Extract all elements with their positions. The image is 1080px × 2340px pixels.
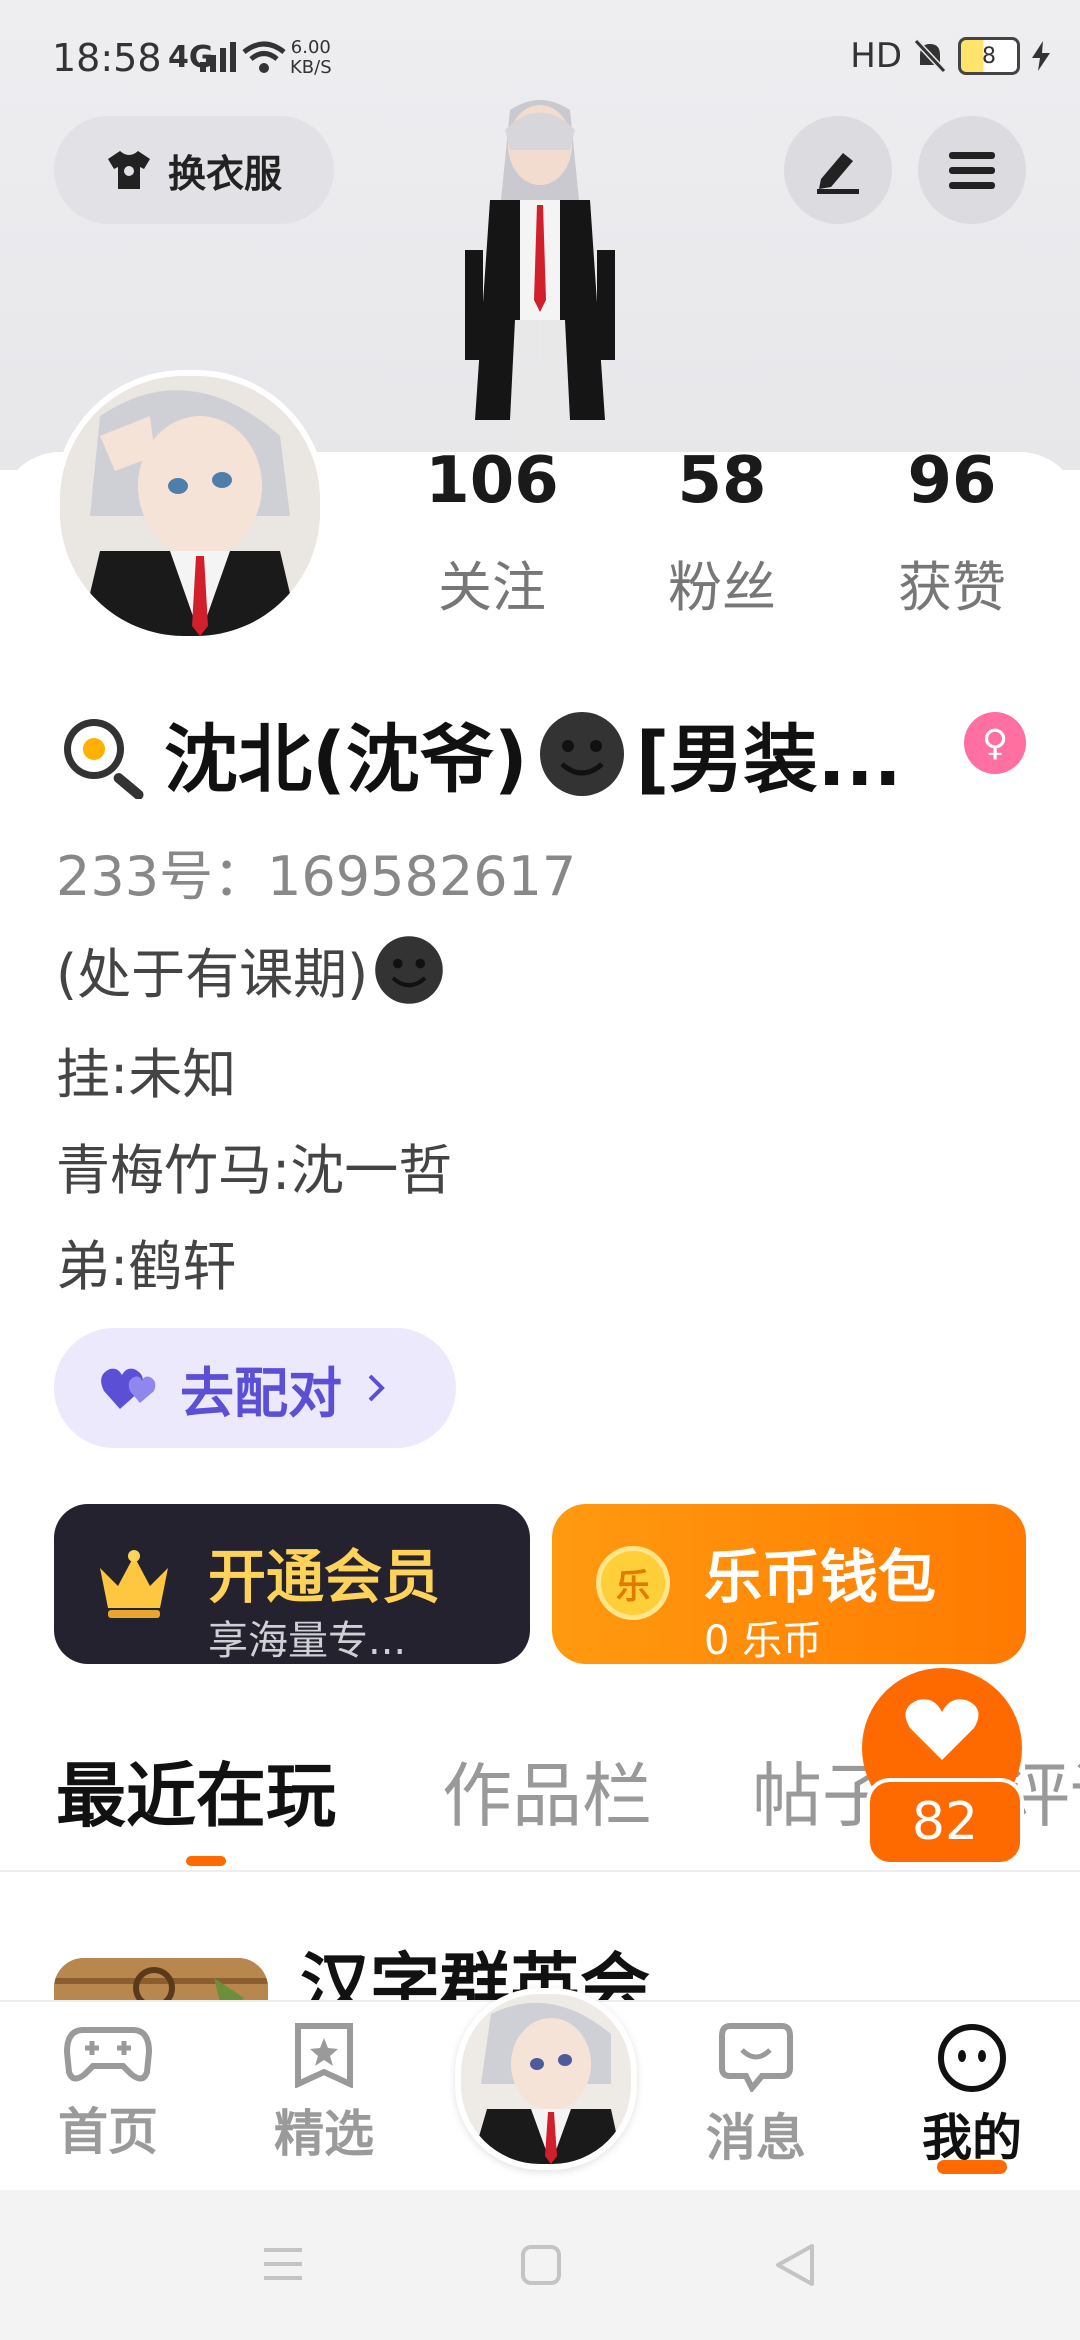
followers-stat[interactable]: 58 粉丝 bbox=[622, 445, 822, 622]
battery-level: 8 bbox=[982, 43, 996, 69]
gender-symbol: ♀ bbox=[981, 722, 1009, 764]
status-right: HD 8 bbox=[850, 36, 1050, 76]
home-system-icon[interactable] bbox=[520, 2244, 562, 2286]
menu-button[interactable] bbox=[918, 116, 1026, 224]
vip-membership-card[interactable]: 开通会员 享海量专... bbox=[54, 1504, 530, 1664]
smiley-dark-emoji-icon bbox=[539, 711, 624, 796]
hamburger-menu-icon bbox=[949, 152, 995, 189]
recent-apps-icon[interactable] bbox=[262, 2244, 304, 2284]
followers-count: 58 bbox=[677, 444, 767, 518]
dress-up-button[interactable]: 换衣服 bbox=[54, 116, 334, 224]
face-icon bbox=[938, 2024, 1006, 2092]
bio-line-1: (处于有课期) bbox=[56, 930, 446, 1009]
pair-button[interactable]: 去配对 bbox=[54, 1328, 456, 1448]
likes-received-count: 96 bbox=[907, 444, 997, 518]
system-navigation-bar bbox=[0, 2190, 1080, 2340]
nav-messages-label: 消息 bbox=[706, 2109, 806, 2167]
bio-line-3: 青梅竹马:沈一哲 bbox=[56, 1139, 453, 1202]
tshirt-icon bbox=[107, 151, 150, 189]
smiley-dark-emoji-icon bbox=[375, 935, 443, 1004]
coin-icon-label: 乐 bbox=[616, 1566, 650, 1607]
tab-recently-played[interactable]: 最近在玩 bbox=[56, 1740, 336, 1841]
charging-icon bbox=[1032, 41, 1050, 71]
coin-wallet-card[interactable]: 乐 乐币钱包 0 乐币 bbox=[552, 1504, 1026, 1664]
profile-name-text: 沈北(沈爷) bbox=[164, 717, 528, 803]
star-bookmark-icon bbox=[295, 2023, 353, 2088]
following-count: 106 bbox=[425, 444, 559, 518]
gamepad-icon bbox=[63, 2027, 153, 2082]
frying-pan-emoji-icon bbox=[64, 718, 144, 799]
profile-name-suffix: [男装... bbox=[635, 717, 902, 803]
edit-profile-button[interactable] bbox=[784, 116, 892, 224]
back-icon[interactable] bbox=[774, 2242, 816, 2288]
profile-avatar[interactable] bbox=[54, 370, 326, 642]
wallet-title: 乐币钱包 bbox=[704, 1543, 937, 1611]
network-speed: 6.00 KB/S bbox=[290, 38, 332, 78]
nav-me-active-indicator bbox=[937, 2160, 1007, 2174]
bell-muted-icon bbox=[914, 39, 946, 73]
nav-messages[interactable]: 消息 bbox=[686, 2002, 826, 2192]
nav-me[interactable]: 我的 bbox=[902, 2002, 1042, 2192]
nav-featured[interactable]: 精选 bbox=[254, 2002, 394, 2192]
avatar-3d-figure[interactable] bbox=[420, 90, 660, 470]
tab-works[interactable]: 作品栏 bbox=[442, 1740, 652, 1841]
crown-icon bbox=[100, 1550, 168, 1618]
user-id[interactable]: 233号：169582617 bbox=[56, 832, 576, 911]
bio-line-2: 挂:未知 bbox=[56, 1043, 237, 1106]
status-time: 18:58 bbox=[52, 36, 162, 80]
hd-indicator: HD bbox=[850, 36, 902, 76]
like-count-badge: 82 bbox=[866, 1778, 1024, 1866]
active-tab-indicator bbox=[186, 1856, 226, 1866]
battery-indicator: 8 bbox=[958, 37, 1020, 75]
bio-line-4: 弟:鹤轩 bbox=[56, 1235, 237, 1298]
dress-up-label: 换衣服 bbox=[167, 151, 282, 196]
likes-received-label: 获赞 bbox=[898, 556, 1006, 619]
pair-button-label: 去配对 bbox=[180, 1361, 342, 1425]
wallet-balance: 0 乐币 bbox=[704, 1618, 823, 1664]
heart-pair-icon bbox=[101, 1368, 156, 1409]
followers-label: 粉丝 bbox=[668, 556, 776, 619]
nav-featured-label: 精选 bbox=[274, 2105, 374, 2163]
center-avatar-button[interactable] bbox=[455, 1988, 637, 2170]
chat-bubble-icon bbox=[719, 2023, 793, 2092]
likes-stat[interactable]: 96 获赞 bbox=[852, 445, 1052, 622]
coin-icon: 乐 bbox=[596, 1546, 670, 1620]
following-label: 关注 bbox=[438, 556, 546, 619]
heart-icon bbox=[905, 1699, 979, 1760]
nav-home[interactable]: 首页 bbox=[38, 2002, 178, 2192]
vip-title: 开通会员 bbox=[208, 1543, 441, 1611]
nav-home-label: 首页 bbox=[58, 2103, 158, 2161]
speed-unit: KB/S bbox=[290, 57, 332, 78]
center-avatar-image bbox=[461, 1994, 631, 2164]
vip-subtitle: 享海量专... bbox=[208, 1618, 407, 1664]
gender-female-icon: ♀ bbox=[964, 712, 1026, 774]
signal-icon bbox=[200, 42, 236, 72]
speed-value: 6.00 bbox=[290, 37, 331, 58]
avatar-image bbox=[60, 376, 320, 636]
bio-line-1-text: (处于有课期) bbox=[56, 943, 369, 1006]
profile-name: 沈北(沈爷) [男装... bbox=[56, 700, 902, 807]
following-stat[interactable]: 106 关注 bbox=[392, 445, 592, 622]
wifi-icon bbox=[242, 41, 286, 73]
pencil-icon bbox=[817, 153, 859, 194]
chevron-right-icon bbox=[368, 1374, 385, 1402]
